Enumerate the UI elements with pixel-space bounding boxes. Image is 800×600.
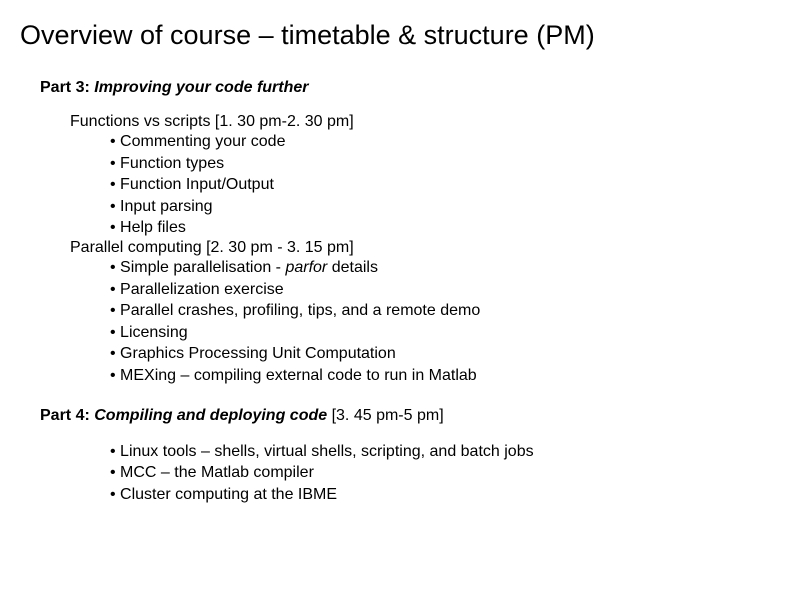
list-item: Help files bbox=[110, 217, 780, 239]
topic2-heading: Parallel computing [2. 30 pm - 3. 15 pm] bbox=[70, 239, 780, 257]
list-item: Linux tools – shells, virtual shells, sc… bbox=[110, 441, 780, 463]
part4-list: Linux tools – shells, virtual shells, sc… bbox=[110, 441, 780, 506]
part4-time: [3. 45 pm-5 pm] bbox=[327, 407, 444, 424]
list-item: Function Input/Output bbox=[110, 174, 780, 196]
list-item: Parallel crashes, profiling, tips, and a… bbox=[110, 300, 780, 322]
part3-title: Improving your code further bbox=[94, 79, 308, 96]
parfor-em: parfor bbox=[285, 259, 327, 276]
list-item: Parallelization exercise bbox=[110, 279, 780, 301]
page-title: Overview of course – timetable & structu… bbox=[20, 20, 780, 51]
part3-heading: Part 3: Improving your code further bbox=[40, 79, 780, 97]
text: Simple parallelisation - bbox=[120, 259, 285, 276]
part4-heading: Part 4: Compiling and deploying code [3.… bbox=[40, 407, 780, 425]
list-item: Graphics Processing Unit Computation bbox=[110, 343, 780, 365]
list-item: Licensing bbox=[110, 322, 780, 344]
part3-label: Part 3: bbox=[40, 79, 94, 96]
slide: Overview of course – timetable & structu… bbox=[0, 0, 800, 505]
topic1-heading: Functions vs scripts [1. 30 pm-2. 30 pm] bbox=[70, 113, 780, 131]
spacer bbox=[20, 387, 780, 407]
topic2-list: Simple parallelisation - parfor details … bbox=[110, 257, 780, 387]
part3-topic2: Parallel computing [2. 30 pm - 3. 15 pm]… bbox=[20, 239, 780, 387]
list-item: MEXing – compiling external code to run … bbox=[110, 365, 780, 387]
part4-label: Part 4: bbox=[40, 407, 94, 424]
list-item: Cluster computing at the IBME bbox=[110, 484, 780, 506]
part3-topic1: Functions vs scripts [1. 30 pm-2. 30 pm]… bbox=[20, 113, 780, 239]
list-item: Input parsing bbox=[110, 196, 780, 218]
topic1-list: Commenting your code Function types Func… bbox=[110, 131, 780, 239]
text: details bbox=[327, 259, 378, 276]
list-item: Function types bbox=[110, 153, 780, 175]
list-item: Simple parallelisation - parfor details bbox=[110, 257, 780, 279]
part4-title: Compiling and deploying code bbox=[94, 407, 327, 424]
list-item: Commenting your code bbox=[110, 131, 780, 153]
list-item: MCC – the Matlab compiler bbox=[110, 462, 780, 484]
